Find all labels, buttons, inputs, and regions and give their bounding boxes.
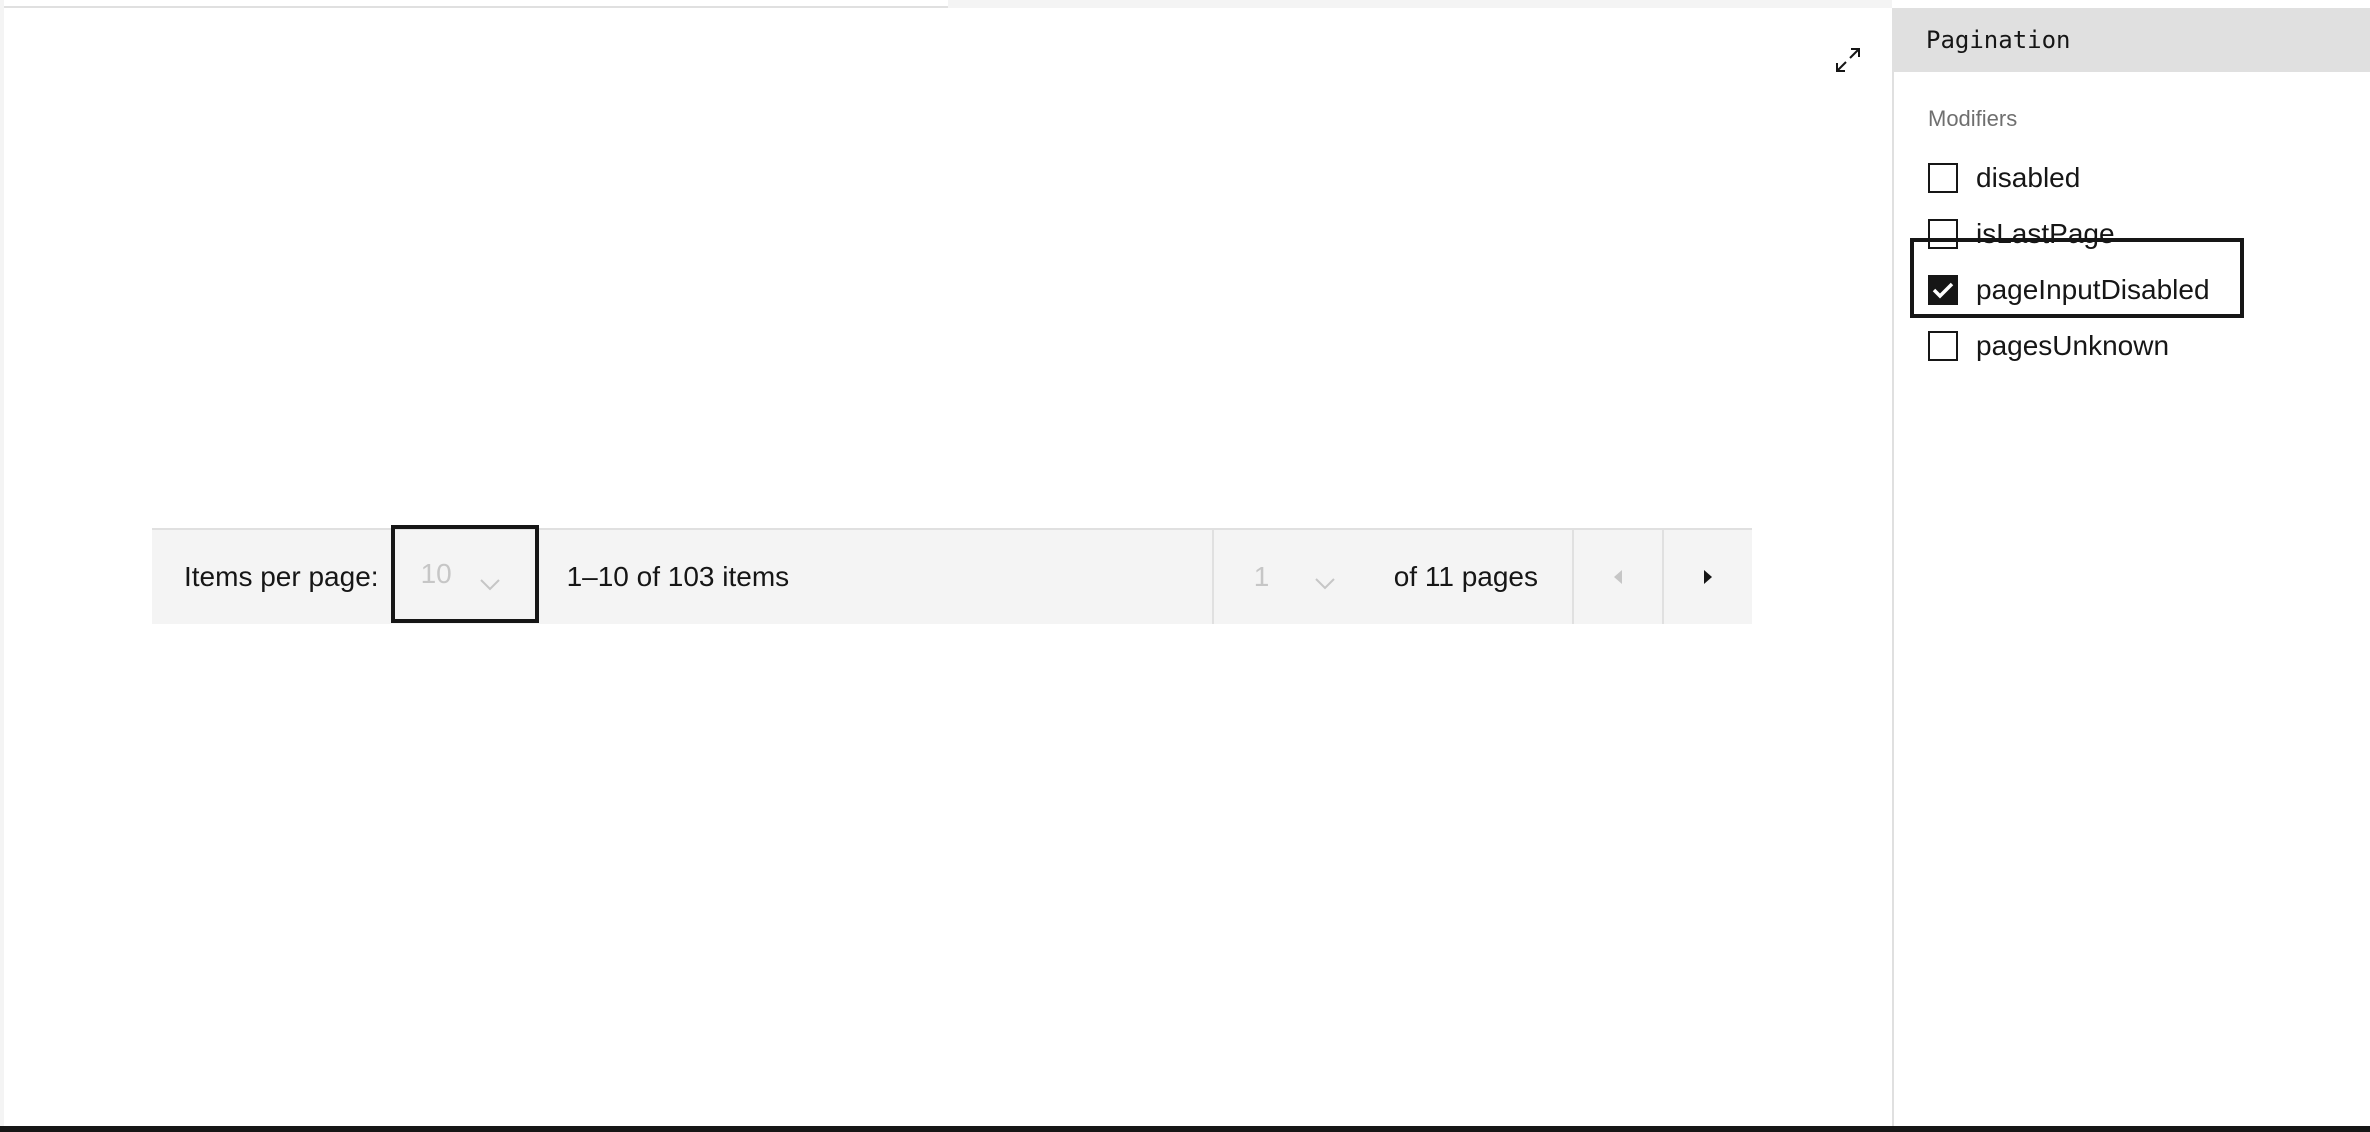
pagination-left: Items per page: 10 1–10 of 103 items bbox=[152, 525, 1212, 624]
top-strip-right bbox=[948, 0, 1892, 8]
expand-button[interactable] bbox=[1828, 42, 1868, 82]
checkmark-icon bbox=[1932, 282, 1954, 299]
checkbox[interactable] bbox=[1928, 331, 1958, 361]
preview-canvas: Items per page: 10 1–10 of 103 items 1 o… bbox=[4, 8, 1892, 1126]
modifier-checkbox-disabled[interactable]: disabled bbox=[1928, 156, 2080, 200]
bottom-edge bbox=[0, 1126, 2370, 1132]
modifier-checkbox-pageinputdisabled[interactable]: pageInputDisabled bbox=[1928, 268, 2210, 312]
modifier-checkbox-islastpage[interactable]: isLastPage bbox=[1928, 212, 2115, 256]
checkbox[interactable] bbox=[1928, 219, 1958, 249]
page-number-select: 1 bbox=[1211, 530, 1368, 624]
items-per-page-label: Items per page: bbox=[184, 561, 379, 592]
pagination-bar: Items per page: 10 1–10 of 103 items 1 o… bbox=[152, 525, 1752, 624]
top-strip bbox=[0, 0, 948, 8]
checkbox-checked[interactable] bbox=[1928, 275, 1958, 305]
checkbox-label: disabled bbox=[1976, 162, 2081, 193]
storybook-frame: Items per page: 10 1–10 of 103 items 1 o… bbox=[0, 0, 2370, 1132]
checkbox-label: pagesUnknown bbox=[1976, 330, 2170, 361]
page-size-value: 10 bbox=[420, 558, 452, 589]
previous-page-button[interactable] bbox=[1572, 530, 1662, 624]
chevron-down-icon bbox=[479, 567, 501, 599]
checkbox[interactable] bbox=[1928, 163, 1958, 193]
page-size-select[interactable]: 10 bbox=[390, 525, 539, 623]
total-pages-text: of 11 pages bbox=[1393, 561, 1538, 592]
modifiers-label: Modifiers bbox=[1928, 106, 2018, 131]
pagination-right: 1 of 11 pages bbox=[1211, 530, 1752, 624]
modifier-checkbox-pagesunknown[interactable]: pagesUnknown bbox=[1928, 324, 2169, 368]
maximize-icon bbox=[1832, 44, 1864, 81]
items-range-text: 1–10 of 103 items bbox=[566, 561, 790, 592]
chevron-down-icon bbox=[1314, 566, 1336, 598]
caret-left-icon bbox=[1611, 561, 1625, 593]
checkbox-label: isLastPage bbox=[1976, 218, 2115, 249]
page-number-value: 1 bbox=[1253, 561, 1270, 592]
controls-panel: Pagination Modifiers disabled isLastPage… bbox=[1892, 8, 2370, 1126]
next-page-button[interactable] bbox=[1662, 530, 1752, 624]
panel-title: Pagination bbox=[1894, 8, 2370, 72]
caret-right-icon bbox=[1701, 561, 1715, 593]
checkbox-label: pageInputDisabled bbox=[1976, 274, 2210, 305]
